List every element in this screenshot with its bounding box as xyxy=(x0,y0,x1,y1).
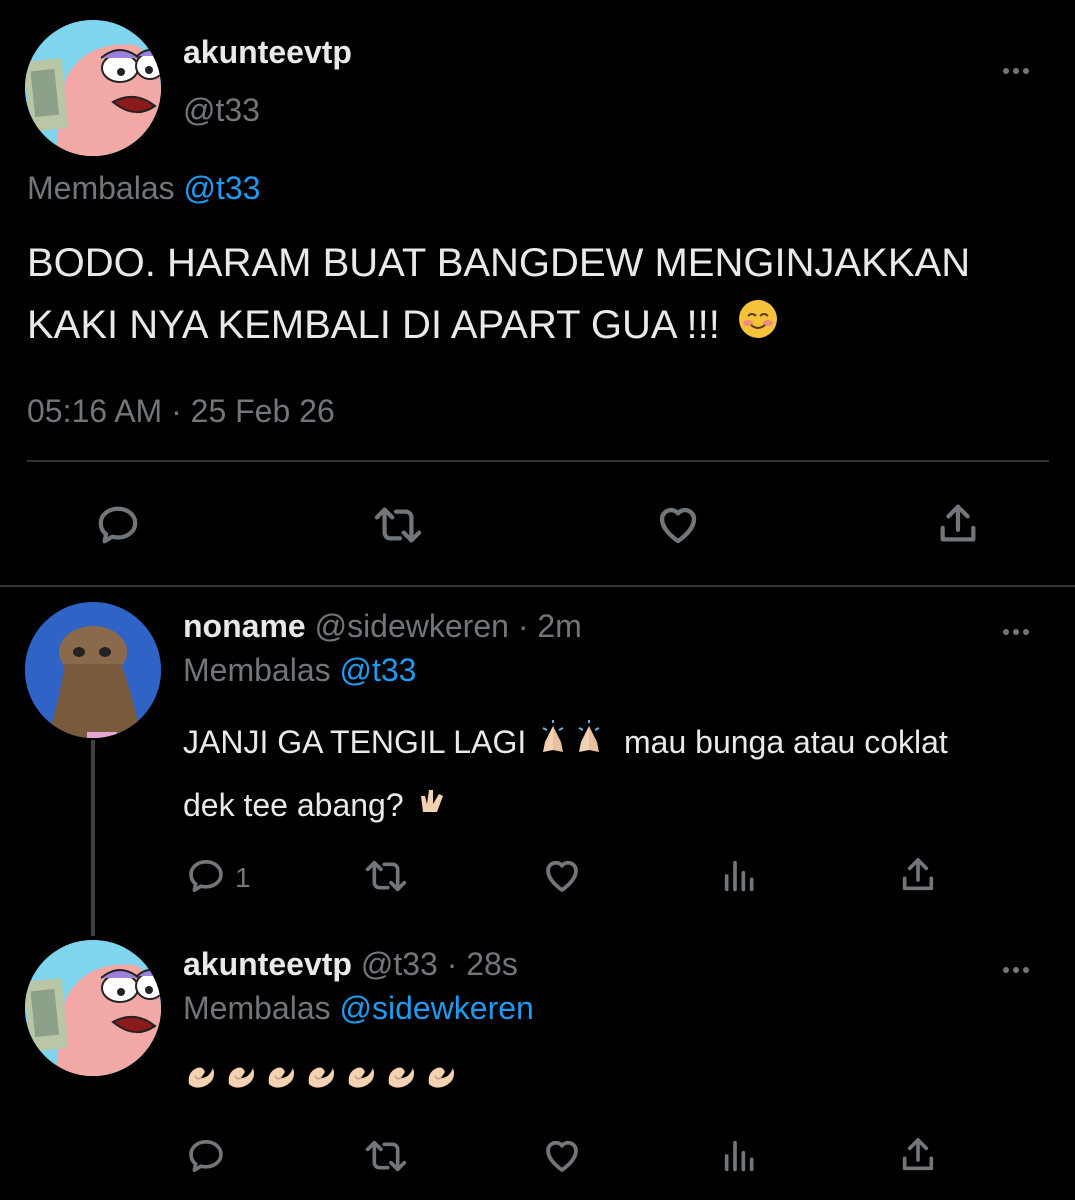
handle[interactable]: @sidewkeren xyxy=(315,608,509,644)
pinching-hand-emoji xyxy=(183,1056,219,1097)
like-icon[interactable] xyxy=(540,854,584,901)
tweet-text-part: JANJI GA TENGIL LAGI xyxy=(183,724,527,760)
pinching-hand-emoji xyxy=(303,1056,339,1097)
more-options-icon[interactable] xyxy=(1003,61,1039,75)
reply-to-link[interactable]: @t33 xyxy=(184,170,261,206)
display-name[interactable]: akunteevtp xyxy=(183,946,352,982)
share-icon[interactable] xyxy=(898,1134,938,1181)
avatar[interactable] xyxy=(25,940,161,1076)
retweet-icon[interactable] xyxy=(360,1136,412,1181)
retweet-icon[interactable] xyxy=(360,856,412,901)
views-icon[interactable] xyxy=(720,1136,760,1181)
more-options-icon[interactable] xyxy=(1003,622,1039,636)
reply-to-link[interactable]: @t33 xyxy=(340,652,417,688)
tweet-text-part: dek tee abang? xyxy=(183,786,404,823)
reply-icon[interactable] xyxy=(186,1136,226,1181)
patrick-avatar-illustration xyxy=(25,940,161,1076)
tweet-text-line: dek tee abang? xyxy=(183,775,948,838)
like-icon[interactable] xyxy=(653,500,703,553)
retweet-icon[interactable] xyxy=(368,502,428,553)
tweet-text-line: KAKI NYA KEMBALI DI APART GUA !!! xyxy=(27,294,970,358)
reply-prefix: Membalas xyxy=(183,652,331,688)
handle[interactable]: @t33 xyxy=(361,946,438,982)
tweet-text-line-content: KAKI NYA KEMBALI DI APART GUA !!! xyxy=(27,303,720,347)
pinching-hand-emoji xyxy=(423,1056,459,1097)
more-options-icon[interactable] xyxy=(1003,960,1039,974)
share-icon[interactable] xyxy=(935,500,981,553)
thread-line xyxy=(91,740,95,936)
tweet-header: akunteevtp @t33 · 28s xyxy=(183,946,518,983)
praying-hands-emoji xyxy=(571,715,607,775)
praying-hands-emoji xyxy=(535,715,571,775)
divider xyxy=(0,585,1075,587)
display-name[interactable]: akunteevtp xyxy=(183,34,352,71)
smiling-blush-emoji xyxy=(737,296,779,358)
separator: · xyxy=(446,946,458,982)
tweet-text-part: mau bunga atau coklat xyxy=(624,724,948,760)
patrick-avatar-illustration xyxy=(25,20,161,156)
tweet-text: BODO. HARAM BUAT BANGDEW MENGINJAKKAN KA… xyxy=(27,232,970,358)
separator: · xyxy=(517,608,529,644)
love-you-hand-emoji xyxy=(413,777,449,837)
reply-context: Membalas @sidewkeren xyxy=(183,990,534,1027)
reply-context: Membalas @t33 xyxy=(183,652,416,689)
timestamp[interactable]: 05:16 AM · 25 Feb 26 xyxy=(27,393,335,430)
tweet-text-line: JANJI GA TENGIL LAGI mau bunga atau cokl… xyxy=(183,712,948,775)
display-name[interactable]: noname xyxy=(183,608,306,644)
views-icon[interactable] xyxy=(720,856,760,901)
tweet-age[interactable]: 2m xyxy=(537,608,581,644)
handle[interactable]: @t33 xyxy=(183,92,260,129)
reply-icon[interactable] xyxy=(186,856,226,901)
tweet-age[interactable]: 28s xyxy=(466,946,518,982)
avatar[interactable] xyxy=(25,602,161,738)
tweet-header: noname @sidewkeren · 2m xyxy=(183,608,582,645)
reply-count: 1 xyxy=(235,862,251,893)
pinching-hand-emoji xyxy=(343,1056,379,1097)
like-icon[interactable] xyxy=(540,1134,584,1181)
pinching-hand-emoji xyxy=(223,1056,259,1097)
tweet-emoji-row xyxy=(183,1056,463,1092)
avatar[interactable] xyxy=(25,20,161,156)
tweet-text: JANJI GA TENGIL LAGI mau bunga atau cokl… xyxy=(183,712,948,837)
reply-prefix: Membalas xyxy=(183,990,331,1026)
reply-to-link[interactable]: @sidewkeren xyxy=(340,990,534,1026)
reply-context: Membalas @t33 xyxy=(27,170,260,207)
reply-prefix: Membalas xyxy=(27,170,175,206)
creature-avatar-illustration xyxy=(25,602,161,738)
pinching-hand-emoji xyxy=(383,1056,419,1097)
pinching-hand-emoji xyxy=(263,1056,299,1097)
reply-icon[interactable] xyxy=(95,502,141,553)
divider xyxy=(27,460,1049,462)
share-icon[interactable] xyxy=(898,854,938,901)
tweet-text-line: BODO. HARAM BUAT BANGDEW MENGINJAKKAN xyxy=(27,241,971,285)
